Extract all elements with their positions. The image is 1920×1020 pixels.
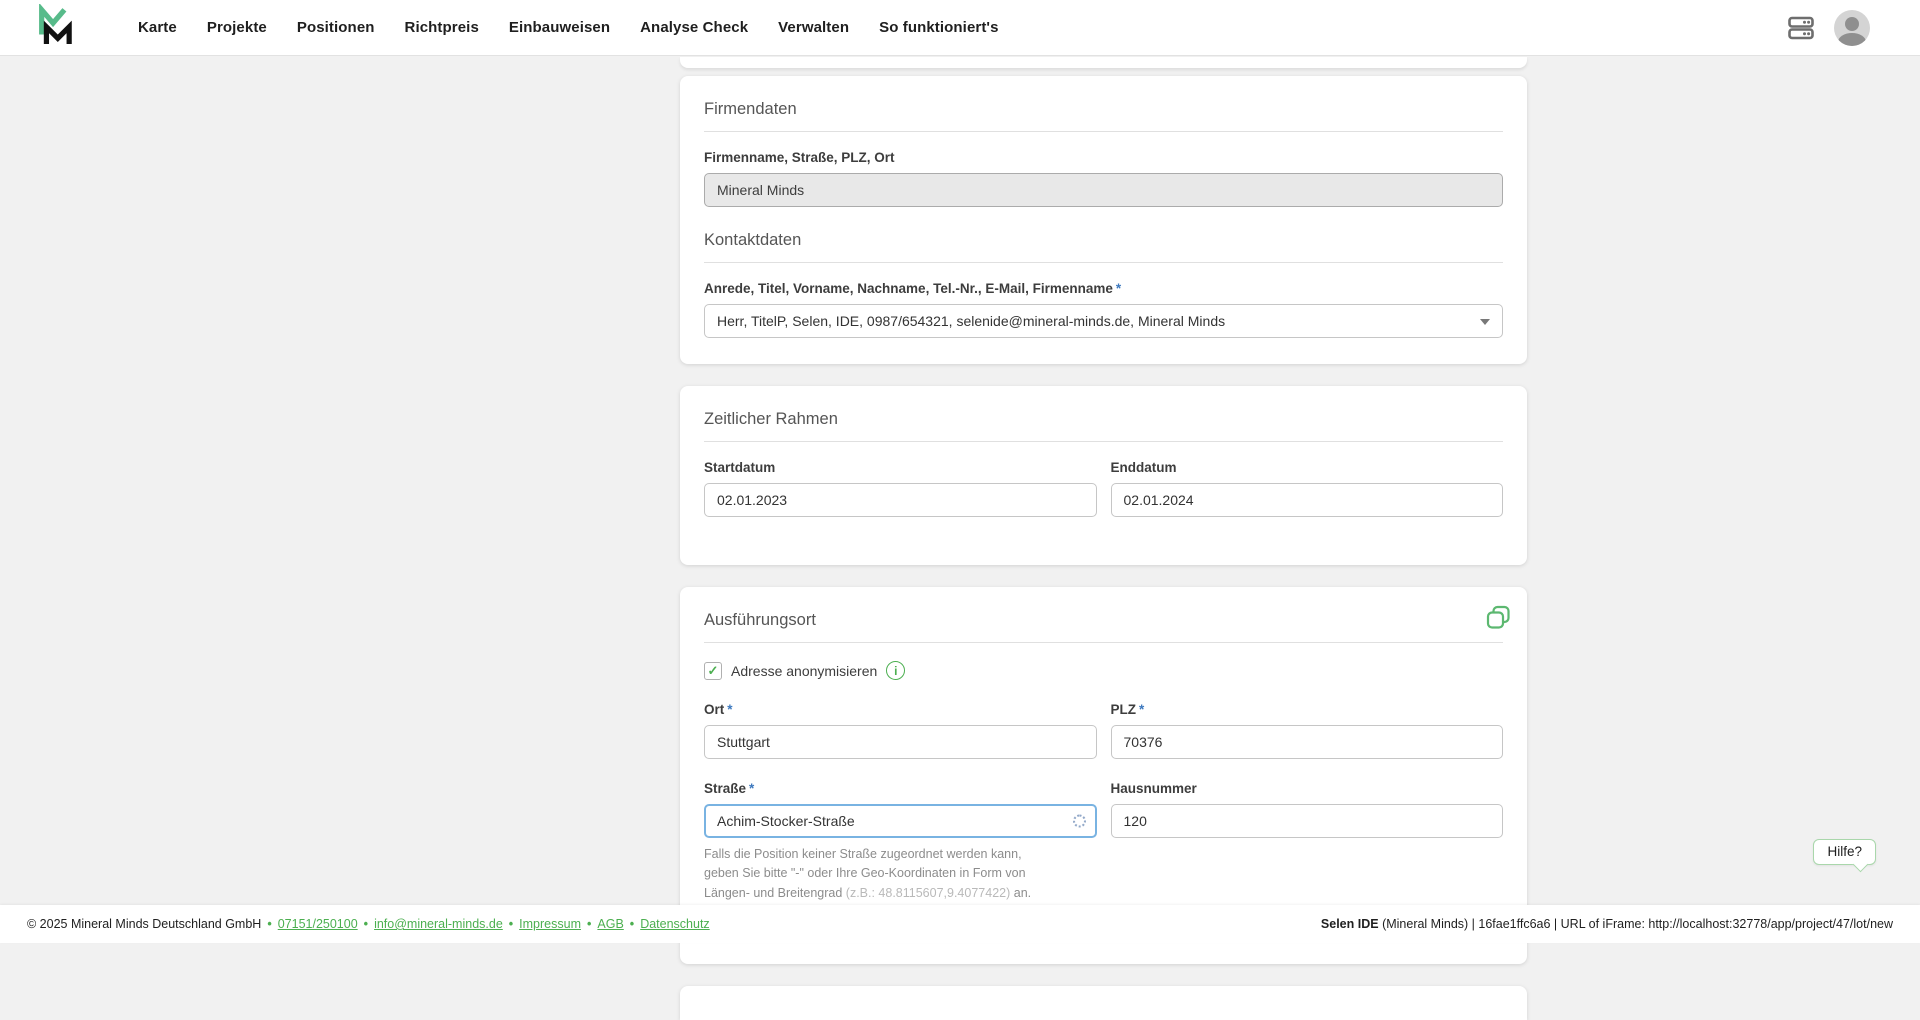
nav-item-projekte[interactable]: Projekte [207,19,267,36]
company-label: Firmenname, Straße, PLZ, Ort [704,150,1503,165]
footer-status: Selen IDE (Mineral Minds) | 16fae1ffc6a6… [1321,917,1893,931]
footer-separator: • [364,917,368,931]
strasse-input[interactable] [704,804,1097,838]
footer-left: © 2025 Mineral Minds Deutschland GmbH • … [27,917,710,931]
enddatum-label: Enddatum [1111,460,1504,475]
section-title-ausfuehrungsort: Ausführungsort [704,611,1503,630]
nav-item-positionen[interactable]: Positionen [297,19,375,36]
field-ort: Ort* [704,702,1097,759]
footer-separator: • [630,917,634,931]
main-nav: Karte Projekte Positionen Richtpreis Ein… [138,19,999,36]
avatar-shoulders-icon [1838,33,1866,46]
startdatum-label: Startdatum [704,460,1097,475]
required-asterisk: * [1139,702,1144,717]
topbar-right-actions [1788,10,1870,46]
nav-item-verwalten[interactable]: Verwalten [778,19,849,36]
helper-text-coords-example: (z.B.: 48.8115607,9.4077422) [846,886,1010,900]
card-timeframe: Zeitlicher Rahmen Startdatum Enddatum [680,386,1527,565]
anonymize-checkbox[interactable]: ✓ [704,662,722,680]
card-partial-top [680,57,1527,68]
help-button[interactable]: Hilfe? [1813,839,1876,865]
anonymize-row: ✓ Adresse anonymisieren i [704,661,1503,680]
nav-item-analyse-check[interactable]: Analyse Check [640,19,748,36]
footer-copyright: © 2025 Mineral Minds Deutschland GmbH [27,917,261,931]
top-navigation-bar: Karte Projekte Positionen Richtpreis Ein… [0,0,1920,56]
footer-link-phone[interactable]: 07151/250100 [278,917,358,931]
anonymize-label[interactable]: Adresse anonymisieren [731,663,877,679]
helper-text-end: an. [1010,886,1031,900]
footer-separator: • [267,917,271,931]
loading-spinner-icon [1073,815,1086,828]
info-icon-glyph: i [894,665,897,677]
footer-link-impressum[interactable]: Impressum [519,917,581,931]
footer: © 2025 Mineral Minds Deutschland GmbH • … [0,905,1920,943]
divider [704,262,1503,263]
server-stack-icon[interactable] [1788,16,1814,40]
card-company-contact: Firmendaten Firmenname, Straße, PLZ, Ort… [680,76,1527,364]
strasse-label-text: Straße [704,781,746,796]
field-strasse: Straße* Falls die Position keiner Straße… [704,781,1097,916]
footer-link-datenschutz[interactable]: Datenschutz [640,917,709,931]
hausnummer-label: Hausnummer [1111,781,1504,796]
plz-input[interactable] [1111,725,1504,759]
strasse-helper-text: Falls die Position keiner Straße zugeord… [704,845,1036,903]
copy-icon[interactable] [1484,603,1513,635]
field-company: Firmenname, Straße, PLZ, Ort [704,150,1503,207]
required-asterisk: * [727,702,732,717]
divider [704,642,1503,643]
section-title-zeitlicher-rahmen: Zeitlicher Rahmen [704,410,1503,429]
divider [704,441,1503,442]
startdatum-input[interactable] [704,483,1097,517]
ort-label-text: Ort [704,702,724,717]
contact-select[interactable]: Herr, TitelP, Selen, IDE, 0987/654321, s… [704,304,1503,338]
ort-label: Ort* [704,702,1097,717]
check-icon: ✓ [708,664,719,677]
contact-select-value: Herr, TitelP, Selen, IDE, 0987/654321, s… [717,313,1225,329]
card-partial-bottom [680,986,1527,1020]
required-asterisk: * [1116,281,1121,296]
footer-separator: • [509,917,513,931]
footer-ide-name: Selen IDE [1321,917,1379,931]
nav-item-so-funktionierts[interactable]: So funktioniert's [879,19,998,36]
contact-label: Anrede, Titel, Vorname, Nachname, Tel.-N… [704,281,1503,296]
ort-input[interactable] [704,725,1097,759]
nav-item-karte[interactable]: Karte [138,19,177,36]
chevron-down-icon [1480,319,1490,325]
mineral-minds-logo-icon[interactable] [36,4,72,51]
info-icon[interactable]: i [886,661,905,680]
field-contact: Anrede, Titel, Vorname, Nachname, Tel.-N… [704,281,1503,338]
enddatum-input[interactable] [1111,483,1504,517]
plz-label: PLZ* [1111,702,1504,717]
footer-link-agb[interactable]: AGB [597,917,623,931]
required-asterisk: * [749,781,754,796]
nav-item-einbauweisen[interactable]: Einbauweisen [509,19,610,36]
form-content-column: Firmendaten Firmenname, Straße, PLZ, Ort… [680,57,1527,1020]
footer-link-email[interactable]: info@mineral-minds.de [374,917,503,931]
footer-separator: • [587,917,591,931]
plz-label-text: PLZ [1111,702,1137,717]
nav-item-richtpreis[interactable]: Richtpreis [405,19,479,36]
hausnummer-input[interactable] [1111,804,1504,838]
footer-ide-details: (Mineral Minds) | 16fae1ffc6a6 | URL of … [1379,917,1893,931]
field-plz: PLZ* [1111,702,1504,781]
divider [704,131,1503,132]
section-title-firmendaten: Firmendaten [704,100,1503,119]
field-enddatum: Enddatum [1111,460,1504,539]
section-title-kontaktdaten: Kontaktdaten [704,231,1503,250]
field-startdatum: Startdatum [704,460,1097,517]
user-avatar[interactable] [1834,10,1870,46]
strasse-label: Straße* [704,781,1097,796]
avatar-head-icon [1845,17,1859,31]
company-input [704,173,1503,207]
contact-label-text: Anrede, Titel, Vorname, Nachname, Tel.-N… [704,281,1113,296]
